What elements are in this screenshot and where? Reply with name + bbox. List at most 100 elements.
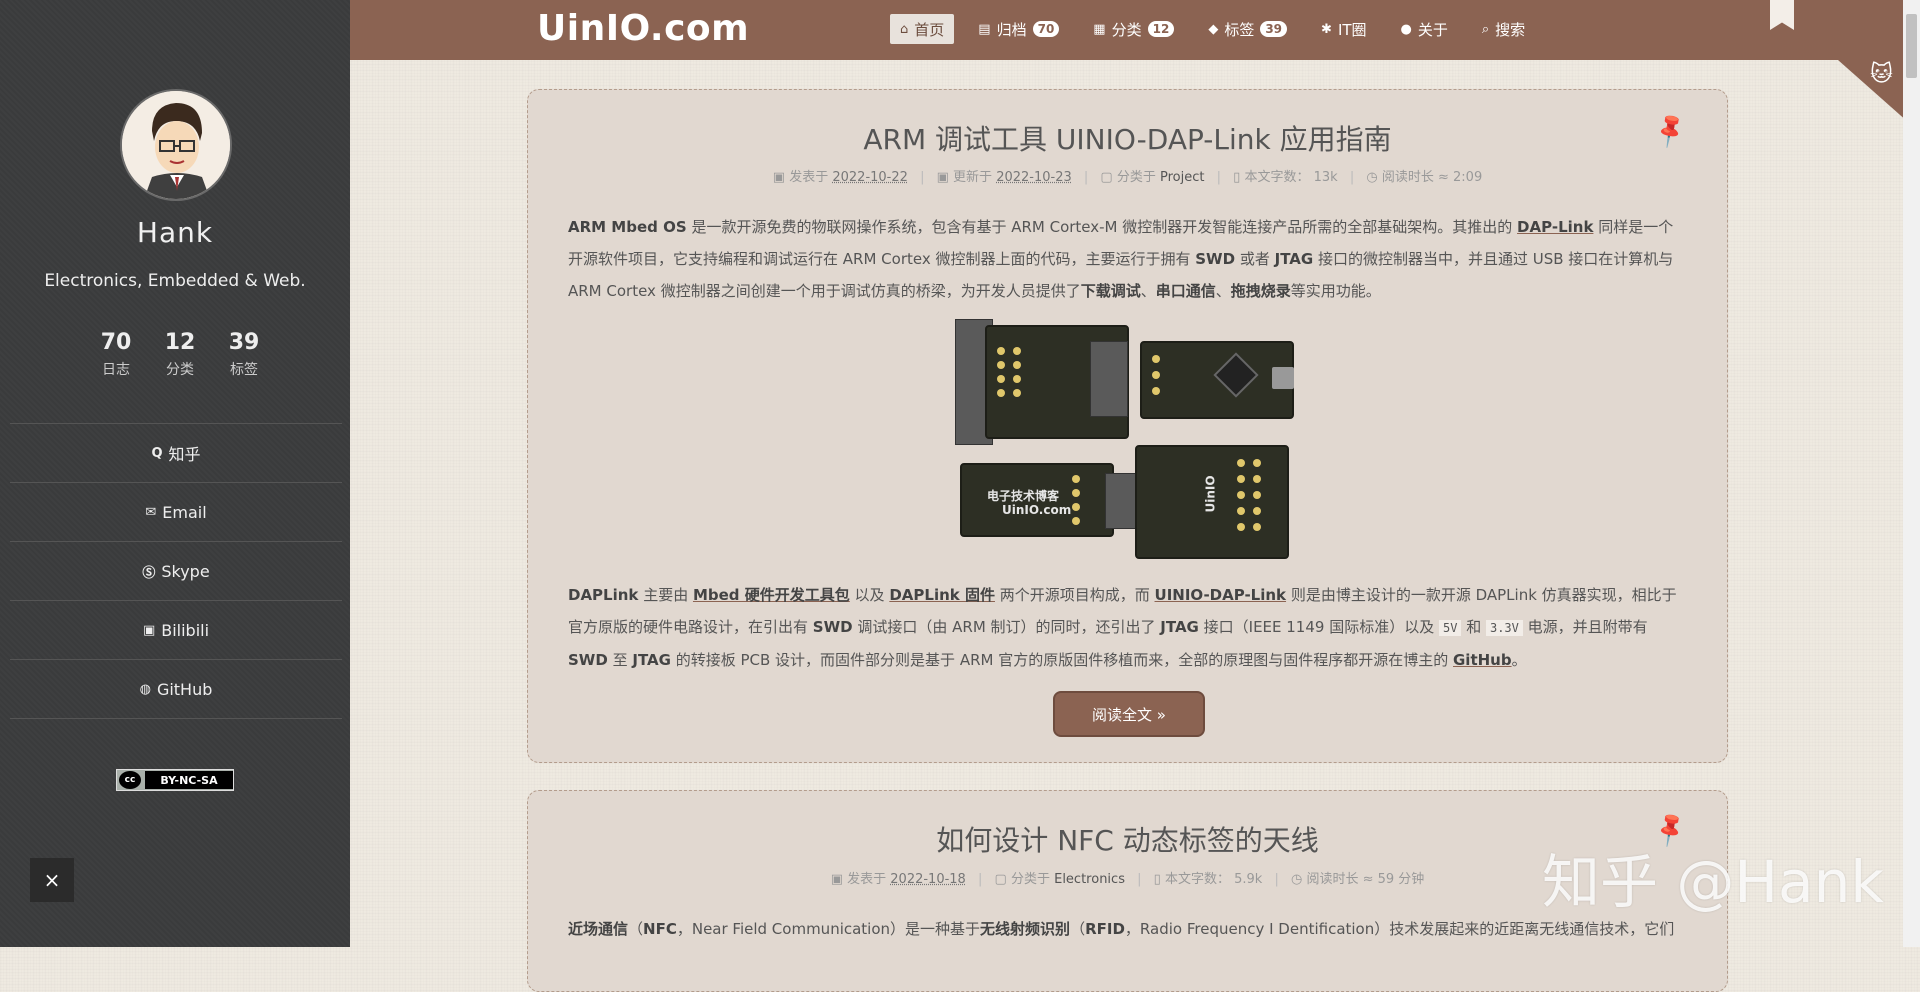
bilibili-icon: ▣ <box>142 622 156 638</box>
text: 等实用功能。 <box>1290 282 1381 300</box>
meta-separator: | <box>1216 170 1222 185</box>
scrollbar-thumb[interactable] <box>1906 14 1917 78</box>
nav-home[interactable]: ⌂ 首页 <box>890 14 955 44</box>
nav-it-circle[interactable]: ✱ IT圈 <box>1311 14 1377 44</box>
read-more-button[interactable]: 阅读全文 » <box>1053 691 1205 737</box>
creative-commons-badge[interactable]: cc BY-NC-SA <box>116 769 234 791</box>
meta-published-date[interactable]: 2022-10-18 <box>890 872 966 887</box>
stat-tags[interactable]: 39 标签 <box>224 330 264 379</box>
search-icon: ⌕ <box>1481 21 1490 37</box>
stat-posts-label: 日志 <box>102 362 130 378</box>
meta-published-label: 发表于 <box>847 872 887 887</box>
sidebar-close-button[interactable]: × <box>30 858 74 902</box>
zhihu-icon: Q <box>151 445 163 461</box>
text: 的转接板 PCB 设计，而固件部分则是基于 ARM 官方的原版固件移植而来，全部… <box>670 651 1453 669</box>
envelope-icon: ✉ <box>145 504 157 520</box>
stat-categories-label: 分类 <box>166 362 194 378</box>
meta-words-label: 本文字数： <box>1164 872 1230 887</box>
nav-categories-label: 分类 <box>1111 20 1142 39</box>
text-bold: SWD <box>568 651 608 669</box>
meta-category-link[interactable]: Electronics <box>1054 872 1125 887</box>
meta-published-date[interactable]: 2022-10-22 <box>832 170 908 185</box>
text: 至 <box>607 651 633 669</box>
meta-words-value: 5.9k <box>1234 872 1263 887</box>
meta-separator: | <box>1349 170 1355 185</box>
user-icon: ● <box>1400 21 1412 37</box>
meta-updated-date[interactable]: 2022-10-23 <box>996 170 1072 185</box>
link-zhihu[interactable]: Q 知乎 <box>10 423 342 482</box>
meta-time-value: 2:09 <box>1453 170 1483 185</box>
text: 调试接口（由 ARM 制订）的同时，还引出了 <box>852 618 1161 636</box>
text-bold: NFC <box>643 920 677 938</box>
nav-tags-label: 标签 <box>1224 20 1255 39</box>
briefcase-icon: ▦ <box>1093 21 1106 37</box>
stat-posts-count: 70 <box>100 330 132 355</box>
text: （ <box>1070 920 1086 938</box>
link-github-label: GitHub <box>156 679 213 699</box>
text: 电源，并且附带有 <box>1522 618 1648 636</box>
nav-search[interactable]: ⌕ 搜索 <box>1472 14 1535 44</box>
text-bold: 拖拽烧录 <box>1230 282 1291 300</box>
meta-published-label: 发表于 <box>789 170 829 185</box>
text: 是一款开源免费的物联网操作系统，包含有基于 ARM Cortex-M 微控制器开… <box>686 218 1518 236</box>
post-title[interactable]: ARM 调试工具 UINIO-DAP-Link 应用指南 <box>528 118 1727 158</box>
text-bold: JTAG <box>632 651 671 669</box>
post-excerpt-paragraph: 近场通信（NFC，Near Field Communication）是一种基于无… <box>568 913 1688 945</box>
pcb-board <box>1140 341 1294 419</box>
meta-time-label: 阅读时长 ≈ <box>1381 170 1449 185</box>
text-bold: JTAG <box>1160 618 1199 636</box>
text: ，Near Field Communication）是一种基于 <box>676 920 981 938</box>
calendar-check-icon: ▣ <box>936 170 949 185</box>
zhihu-watermark: 知乎 @Hank <box>1542 848 1884 916</box>
link-email-label: Email <box>162 502 207 522</box>
meta-category-label: 分类于 <box>1010 872 1050 887</box>
clock-icon: ◷ <box>1290 872 1303 887</box>
post-meta: ▣ 发表于 2022-10-22 | ▣ 更新于 2022-10-23 | ▢ … <box>528 166 1727 185</box>
site-stats: 70 日志 12 分类 39 标签 <box>96 330 264 379</box>
folder-icon: ▢ <box>994 872 1007 887</box>
post-cover-image[interactable]: 电子技术博客 UinIO.com UinIO <box>955 319 1295 569</box>
link-zhihu-label: 知乎 <box>168 445 201 464</box>
text-bold: RFID <box>1085 920 1125 938</box>
daplink-firmware-link[interactable]: DAPLink 固件 <box>889 586 995 604</box>
calendar-icon: ▣ <box>772 170 786 185</box>
stat-posts[interactable]: 70 日志 <box>96 330 136 379</box>
nav-about[interactable]: ● 关于 <box>1391 14 1458 44</box>
nav-categories[interactable]: ▦ 分类 12 <box>1083 14 1184 44</box>
calendar-icon: ▣ <box>830 872 843 887</box>
text-bold: 无线射频识别 <box>980 920 1071 938</box>
tag-icon: ◆ <box>1208 21 1219 37</box>
site-logo[interactable]: UinIO.com <box>537 8 749 49</box>
stat-categories[interactable]: 12 分类 <box>160 330 200 379</box>
folder-icon: ▢ <box>1100 170 1113 185</box>
nav-home-label: 首页 <box>914 20 945 39</box>
link-skype[interactable]: Ⓢ Skype <box>10 541 342 600</box>
uinio-dap-link-link[interactable]: UINIO-DAP-Link <box>1155 586 1287 604</box>
dap-link-link[interactable]: DAP-Link <box>1517 218 1593 236</box>
nav-archives-badge: 70 <box>1032 21 1060 37</box>
clock-icon: ◷ <box>1366 170 1378 185</box>
meta-category-link[interactable]: Project <box>1160 170 1204 185</box>
nav-archives-label: 归档 <box>996 20 1027 39</box>
post-excerpt-paragraph: ARM Mbed OS 是一款开源免费的物联网操作系统，包含有基于 ARM Co… <box>568 211 1688 307</box>
nav-tags[interactable]: ◆ 标签 39 <box>1198 14 1297 44</box>
nav-categories-badge: 12 <box>1147 21 1175 37</box>
page-scrollbar[interactable] <box>1903 0 1920 947</box>
meta-category-label: 分类于 <box>1116 170 1156 185</box>
text-bold: 下载调试 <box>1080 282 1141 300</box>
nav-archives[interactable]: ▤ 归档 70 <box>968 14 1069 44</box>
author-avatar[interactable] <box>120 89 232 201</box>
nav-about-label: 关于 <box>1417 20 1448 39</box>
github-link[interactable]: GitHub <box>1453 651 1512 669</box>
link-email[interactable]: ✉ Email <box>10 482 342 541</box>
mbed-hdk-link[interactable]: Mbed 硬件开发工具包 <box>693 586 850 604</box>
meta-separator: | <box>1083 170 1089 185</box>
text: （ <box>628 920 644 938</box>
stat-tags-label: 标签 <box>230 362 258 378</box>
license-label: BY-NC-SA <box>145 771 233 789</box>
author-name: Hank <box>136 216 214 249</box>
cc-icon: cc <box>119 771 141 789</box>
link-bilibili[interactable]: ▣ Bilibili <box>10 600 342 659</box>
meta-separator: | <box>977 872 983 887</box>
link-github[interactable]: ◍ GitHub <box>10 659 342 719</box>
